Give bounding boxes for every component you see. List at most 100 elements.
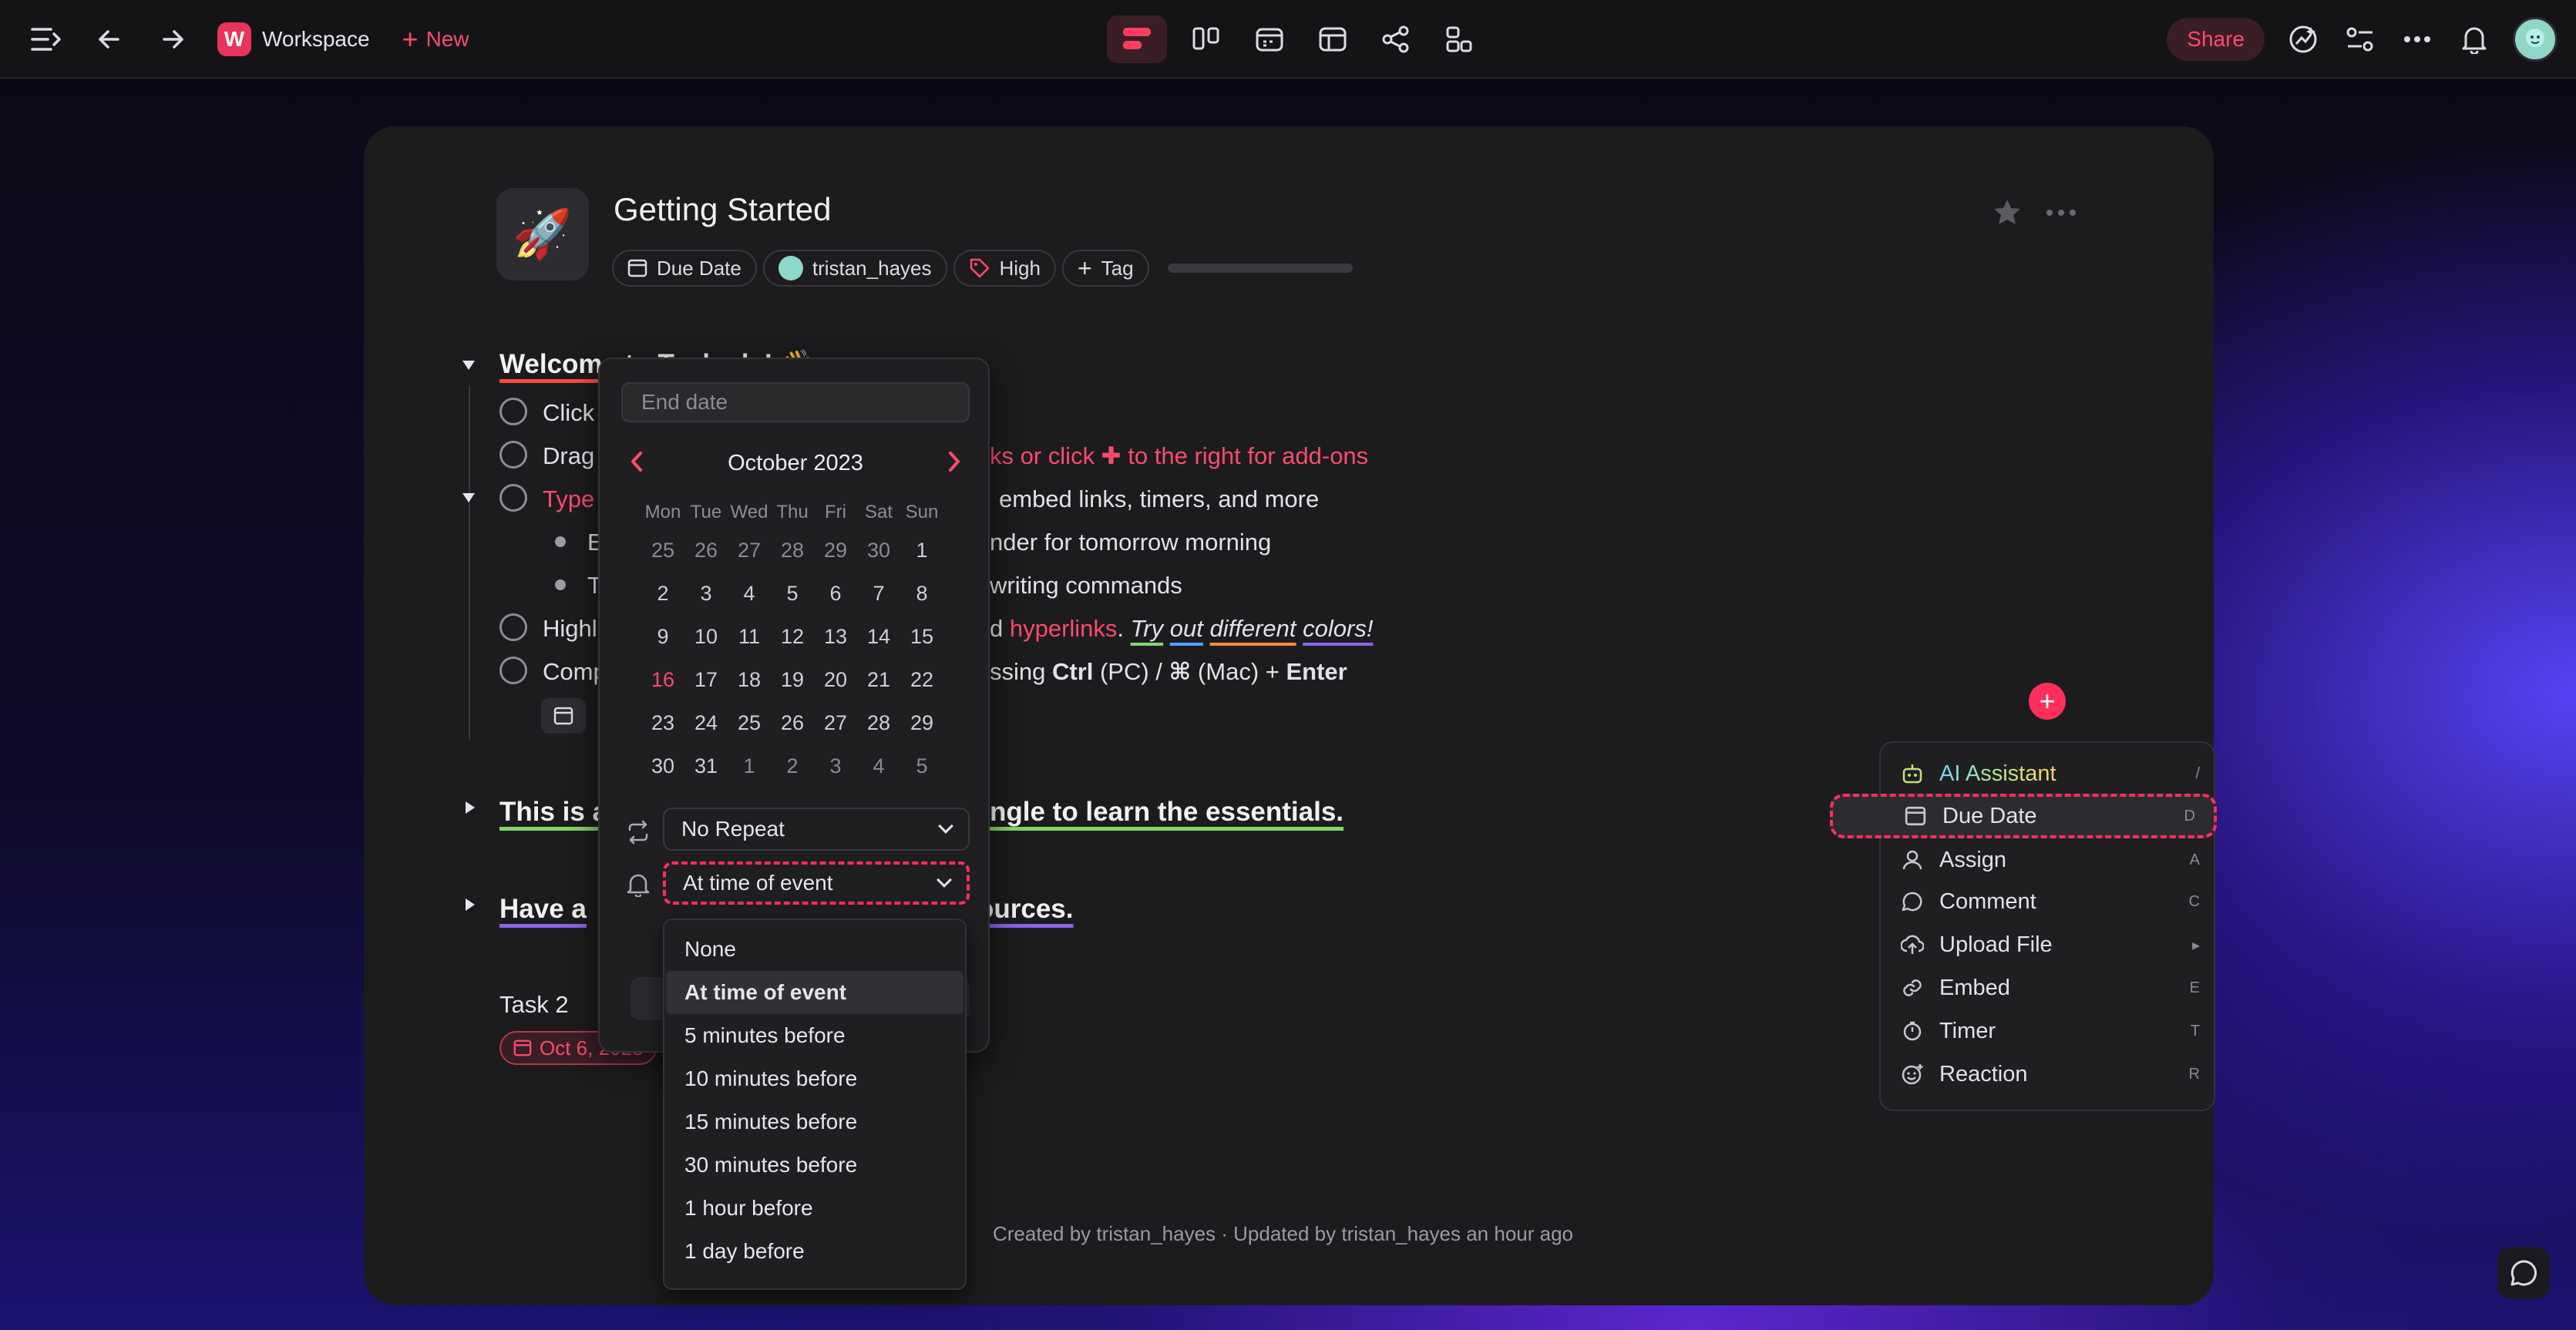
reminder-option[interactable]: 5 minutes before <box>666 1014 963 1057</box>
reminder-option[interactable]: 10 minutes before <box>666 1057 963 1100</box>
calendar-day[interactable]: 20 <box>814 658 857 701</box>
user-avatar[interactable] <box>2513 17 2558 62</box>
mindmap-view-icon[interactable] <box>1372 15 1420 63</box>
task-row-1[interactable]: Click <box>543 399 594 427</box>
calendar-day[interactable]: 8 <box>900 572 943 615</box>
section-heading-3-start[interactable]: Have a <box>499 894 587 925</box>
calendar-day[interactable]: 1 <box>728 744 771 788</box>
page-title[interactable]: Getting Started <box>614 191 832 228</box>
task-checkbox[interactable] <box>499 484 527 512</box>
task-checkbox[interactable] <box>499 657 527 684</box>
calendar-day[interactable]: 10 <box>684 615 728 658</box>
assignee-chip[interactable]: tristan_hayes <box>762 250 947 287</box>
menu-item-due-date[interactable]: Due Date D <box>1830 794 2217 838</box>
calendar-day[interactable]: 28 <box>771 529 814 572</box>
notifications-bell-icon[interactable] <box>2456 21 2493 58</box>
calendar-day[interactable]: 27 <box>728 529 771 572</box>
forward-arrow-icon[interactable] <box>154 21 191 58</box>
expand-triangle-icon[interactable] <box>466 898 475 911</box>
reminder-option[interactable]: None <box>666 928 963 971</box>
chat-button[interactable] <box>2497 1247 2550 1299</box>
task-checkbox[interactable] <box>499 441 527 469</box>
task-checkbox[interactable] <box>499 613 527 641</box>
menu-item-assign[interactable]: Assign A <box>1899 840 2200 880</box>
orgchart-view-icon[interactable] <box>1435 15 1483 63</box>
calendar-day[interactable]: 3 <box>684 572 728 615</box>
calendar-day[interactable]: 16 <box>641 658 684 701</box>
calendar-day[interactable]: 18 <box>728 658 771 701</box>
star-icon[interactable] <box>1992 197 2023 228</box>
calendar-day[interactable]: 17 <box>684 658 728 701</box>
reminder-option[interactable]: 1 hour before <box>666 1187 963 1230</box>
menu-item-comment[interactable]: Comment C <box>1899 882 2200 922</box>
reminder-option[interactable]: 1 day before <box>666 1230 963 1273</box>
task-2-title[interactable]: Task 2 <box>499 991 569 1019</box>
menu-item-reaction[interactable]: Reaction R <box>1899 1054 2200 1094</box>
menu-item-embed[interactable]: Embed E <box>1899 968 2200 1008</box>
calendar-day[interactable]: 22 <box>900 658 943 701</box>
page-emoji-icon[interactable]: 🚀 <box>496 188 589 280</box>
calendar-day[interactable]: 24 <box>684 701 728 744</box>
calendar-day[interactable]: 2 <box>771 744 814 788</box>
calendar-day[interactable]: 30 <box>641 744 684 788</box>
calendar-day[interactable]: 26 <box>684 529 728 572</box>
calendar-day[interactable]: 9 <box>641 615 684 658</box>
calendar-day[interactable]: 27 <box>814 701 857 744</box>
more-options-icon[interactable] <box>2399 21 2436 58</box>
reminder-option[interactable]: 30 minutes before <box>666 1144 963 1187</box>
project-settings-icon[interactable] <box>2342 21 2379 58</box>
back-arrow-icon[interactable] <box>91 21 128 58</box>
prev-month-icon[interactable] <box>621 447 652 480</box>
reminder-select[interactable]: At time of event <box>663 861 970 905</box>
expand-triangle-icon[interactable] <box>466 801 475 814</box>
calendar-day[interactable]: 1 <box>900 529 943 572</box>
calendar-day[interactable]: 23 <box>641 701 684 744</box>
calendar-view-icon[interactable] <box>1246 15 1293 63</box>
share-button[interactable]: Share <box>2167 18 2265 61</box>
calendar-day[interactable]: 31 <box>684 744 728 788</box>
calendar-day[interactable]: 30 <box>857 529 900 572</box>
more-options-icon[interactable] <box>2046 209 2077 217</box>
calendar-day[interactable]: 29 <box>900 701 943 744</box>
collapse-triangle-icon[interactable] <box>462 493 475 502</box>
calendar-day[interactable]: 25 <box>728 701 771 744</box>
calendar-day[interactable]: 13 <box>814 615 857 658</box>
board-view-icon[interactable] <box>1182 15 1230 63</box>
sidebar-toggle-icon[interactable] <box>28 21 65 58</box>
end-date-input[interactable]: End date <box>621 382 970 422</box>
calendar-day[interactable]: 7 <box>857 572 900 615</box>
calendar-day[interactable]: 19 <box>771 658 814 701</box>
calendar-day[interactable]: 21 <box>857 658 900 701</box>
calendar-day[interactable]: 2 <box>641 572 684 615</box>
calendar-day[interactable]: 11 <box>728 615 771 658</box>
calendar-day[interactable]: 6 <box>814 572 857 615</box>
calendar-day[interactable]: 5 <box>900 744 943 788</box>
calendar-day[interactable]: 15 <box>900 615 943 658</box>
section-heading-2-start[interactable]: This is a <box>499 797 607 828</box>
menu-item-timer[interactable]: Timer T <box>1899 1011 2200 1051</box>
table-view-icon[interactable] <box>1309 15 1357 63</box>
calendar-day[interactable]: 14 <box>857 615 900 658</box>
calendar-day[interactable]: 28 <box>857 701 900 744</box>
calendar-day[interactable]: 3 <box>814 744 857 788</box>
due-date-chip[interactable]: Due Date <box>612 250 757 287</box>
priority-chip[interactable]: High <box>953 250 1056 287</box>
repeat-select[interactable]: No Repeat <box>663 808 970 851</box>
calendar-day[interactable]: 4 <box>857 744 900 788</box>
calendar-day[interactable]: 25 <box>641 529 684 572</box>
task-checkbox[interactable] <box>499 398 527 425</box>
add-on-plus-button[interactable]: + <box>2029 683 2066 720</box>
collapse-triangle-icon[interactable] <box>462 361 475 370</box>
next-month-icon[interactable] <box>939 447 970 480</box>
calendar-day[interactable]: 29 <box>814 529 857 572</box>
add-tag-chip[interactable]: + Tag <box>1061 250 1149 287</box>
calendar-day[interactable]: 4 <box>728 572 771 615</box>
automation-icon[interactable] <box>2285 21 2322 58</box>
workspace-switcher[interactable]: W Workspace <box>217 22 370 56</box>
calendar-day[interactable]: 12 <box>771 615 814 658</box>
reminder-option[interactable]: At time of event <box>666 971 963 1014</box>
row-date-button[interactable] <box>541 698 586 734</box>
task-row-6-start[interactable]: Highl <box>543 615 597 643</box>
calendar-day[interactable]: 5 <box>771 572 814 615</box>
task-row-7-start[interactable]: Comp <box>543 658 607 686</box>
